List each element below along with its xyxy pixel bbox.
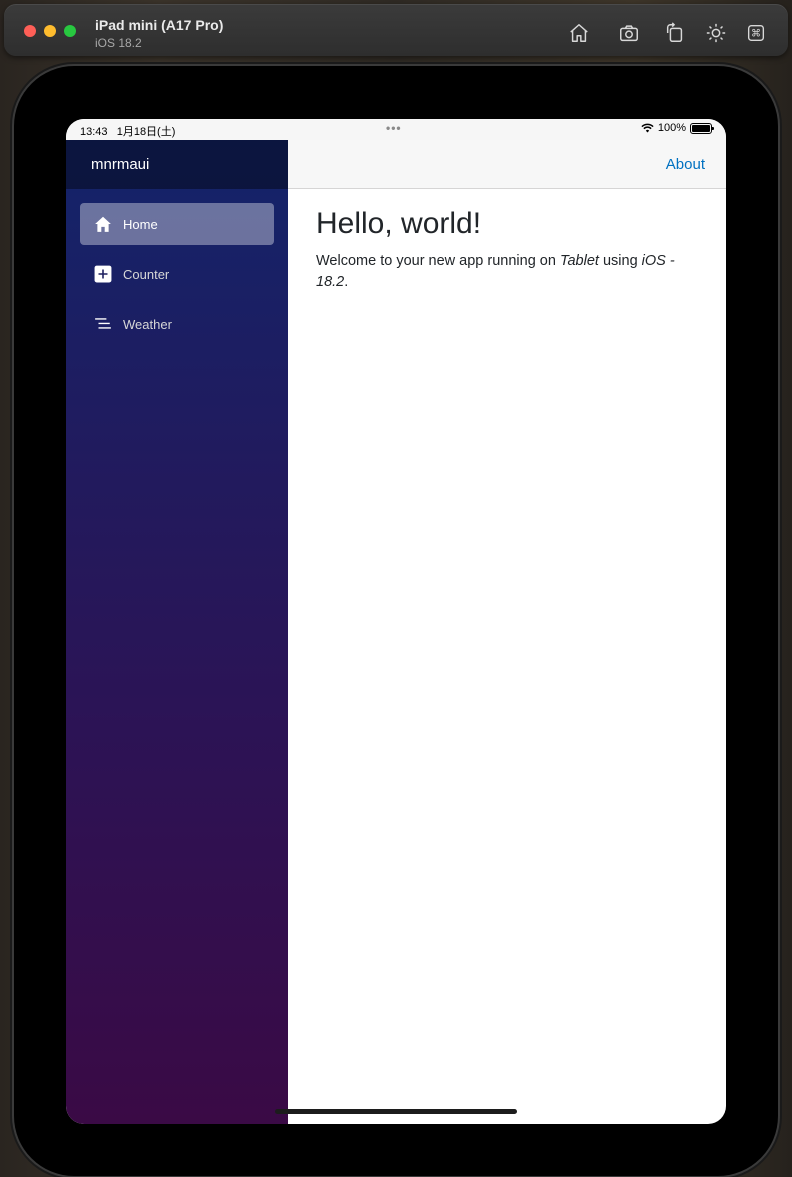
status-time: 13:43 1月18日(土) [80, 126, 176, 138]
home-button[interactable] [566, 20, 592, 46]
home-icon [570, 24, 588, 42]
status-right: 100% [641, 122, 714, 134]
rotate-icon [666, 22, 683, 42]
device-name: iPad mini (A17 Pro) [95, 17, 224, 33]
wifi-icon [641, 123, 654, 133]
nav-menu: Home Counter Weather [66, 189, 288, 345]
platform-name: Tablet [559, 253, 599, 269]
battery-icon [690, 122, 714, 134]
app-title[interactable]: mnrmaui [66, 140, 288, 189]
home-indicator[interactable] [275, 1109, 517, 1114]
nav-item-counter[interactable]: Counter [80, 253, 274, 295]
command-icon: ⌘ [747, 24, 765, 42]
nav-item-weather[interactable]: Weather [80, 303, 274, 345]
simulator-toolbar: iPad mini (A17 Pro) iOS 18.2 ⌘ [4, 4, 788, 56]
nav-item-label: Counter [123, 266, 170, 282]
svg-text:⌘: ⌘ [751, 29, 761, 40]
list-icon [94, 315, 112, 333]
minimize-window-button[interactable] [44, 25, 56, 37]
plus-square-icon [94, 265, 112, 283]
appearance-icon [706, 23, 726, 43]
home-icon [94, 215, 112, 233]
screenshot-icon [620, 25, 638, 42]
nav-item-home[interactable]: Home [80, 203, 274, 245]
device-screen: 13:43 1月18日(土) ••• 100% mnrmaui Home Cou… [66, 119, 726, 1124]
nav-item-label: Home [123, 216, 158, 232]
nav-item-label: Weather [123, 316, 172, 332]
screenshot-button[interactable] [616, 20, 642, 46]
os-version: iOS 18.2 [95, 36, 142, 50]
multitasking-dots[interactable]: ••• [386, 121, 402, 135]
close-window-button[interactable] [24, 25, 36, 37]
page-title: Hello, world! [316, 207, 482, 240]
top-row: About [288, 140, 726, 189]
sidebar: mnrmaui Home Counter Weather [66, 140, 288, 1124]
battery-percent: 100% [657, 122, 686, 134]
command-button[interactable]: ⌘ [743, 20, 769, 46]
about-link[interactable]: About [666, 156, 705, 173]
ipad-device-frame: 13:43 1月18日(土) ••• 100% mnrmaui Home Cou… [14, 66, 778, 1176]
appearance-button[interactable] [703, 20, 729, 46]
rotate-button[interactable] [662, 20, 688, 46]
zoom-window-button[interactable] [64, 25, 76, 37]
welcome-text: Welcome to your new app running on Table… [316, 253, 675, 290]
status-bar: 13:43 1月18日(土) ••• 100% [66, 119, 726, 140]
page-content: Hello, world! Welcome to your new app ru… [316, 207, 696, 293]
